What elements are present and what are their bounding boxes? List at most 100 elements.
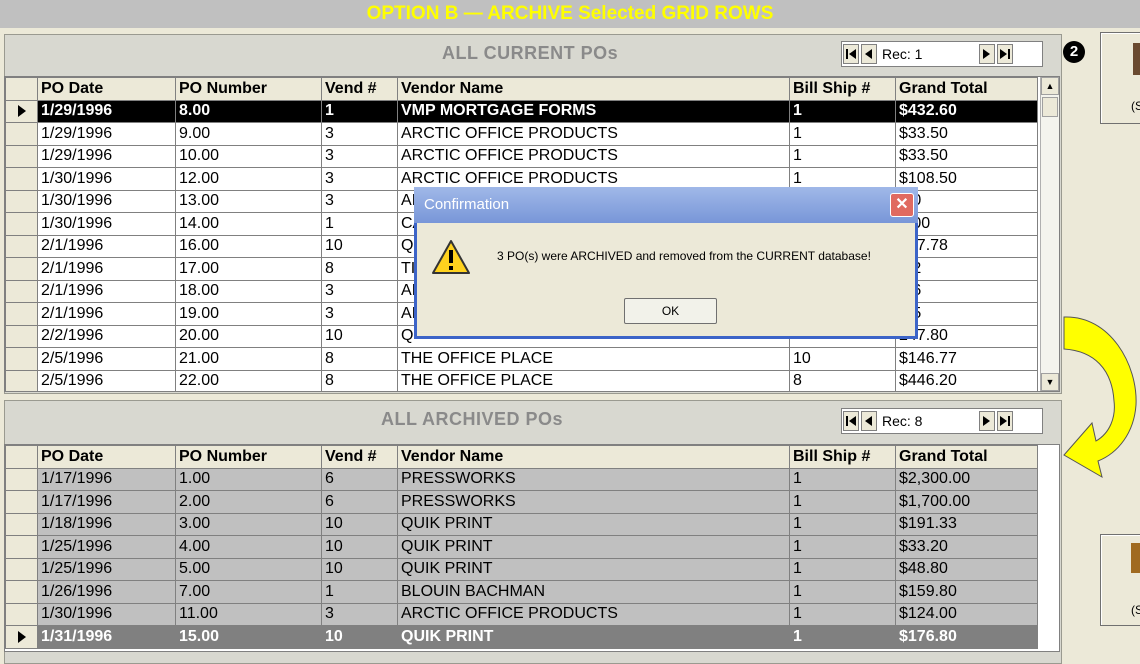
table-cell[interactable]: 4.00 xyxy=(175,535,322,559)
table-cell[interactable]: 1 xyxy=(789,122,896,146)
table-cell[interactable]: 8.00 xyxy=(175,99,322,123)
table-cell[interactable]: 10 xyxy=(321,557,398,581)
scroll-up-icon[interactable]: ▲ xyxy=(1041,77,1059,95)
table-cell[interactable]: $33.50 xyxy=(895,144,1038,168)
column-header[interactable]: Vend # xyxy=(321,445,398,469)
table-cell[interactable]: 3 xyxy=(321,602,398,626)
table-cell[interactable]: 2.00 xyxy=(175,490,322,514)
table-cell[interactable]: 9.00 xyxy=(175,122,322,146)
table-cell[interactable]: 1/25/1996 xyxy=(37,535,176,559)
table-cell[interactable]: 8 xyxy=(321,257,398,281)
row-selector[interactable] xyxy=(5,535,38,559)
table-cell[interactable]: 1 xyxy=(321,580,398,604)
table-cell[interactable]: $159.80 xyxy=(895,580,1038,604)
table-cell[interactable]: 1/25/1996 xyxy=(37,557,176,581)
table-cell[interactable]: 10 xyxy=(789,347,896,371)
table-cell[interactable]: 1/30/1996 xyxy=(37,167,176,191)
row-selector[interactable] xyxy=(5,580,38,604)
column-header[interactable]: PO Number xyxy=(175,445,322,469)
first-record-icon[interactable] xyxy=(843,411,859,431)
table-cell[interactable]: 10 xyxy=(321,324,398,348)
table-cell[interactable]: 1/30/1996 xyxy=(37,189,176,213)
column-header[interactable]: Grand Total xyxy=(895,77,1038,101)
table-cell[interactable]: $48.80 xyxy=(895,557,1038,581)
table-cell[interactable]: 10 xyxy=(321,625,398,649)
table-row[interactable]: 2/5/1996 21.00 8 THE OFFICE PLACE 10 $146.77 xyxy=(5,347,1038,371)
next-record-icon[interactable] xyxy=(979,44,995,64)
table-cell[interactable]: 3 xyxy=(321,167,398,191)
row-selector[interactable] xyxy=(5,369,38,391)
row-selector[interactable] xyxy=(5,490,38,514)
table-cell[interactable]: 3 xyxy=(321,279,398,303)
table-row[interactable]: 1/31/1996 15.00 10 QUIK PRINT 1 $176.80 xyxy=(5,625,1038,649)
table-cell[interactable]: $124.00 xyxy=(895,602,1038,626)
table-cell[interactable]: 10.00 xyxy=(175,144,322,168)
side-button-bottom[interactable]: (S xyxy=(1100,534,1140,626)
table-cell[interactable]: 8 xyxy=(789,369,896,391)
scroll-down-icon[interactable]: ▼ xyxy=(1041,373,1059,391)
table-row[interactable]: 1/29/1996 10.00 3 ARCTIC OFFICE PRODUCTS 1 $3… xyxy=(5,144,1038,168)
table-cell[interactable]: 1/29/1996 xyxy=(37,144,176,168)
table-cell[interactable]: 1 xyxy=(789,535,896,559)
table-cell[interactable]: 6 xyxy=(321,467,398,491)
table-cell[interactable]: 1/30/1996 xyxy=(37,212,176,236)
column-header[interactable]: PO Date xyxy=(37,445,176,469)
table-cell[interactable]: 8 xyxy=(321,369,398,391)
table-cell[interactable]: 10 xyxy=(321,535,398,559)
row-selector[interactable] xyxy=(5,212,38,236)
table-cell[interactable]: 14.00 xyxy=(175,212,322,236)
table-cell[interactable]: QUIK PRINT xyxy=(397,535,790,559)
table-cell[interactable]: 1/17/1996 xyxy=(37,467,176,491)
table-cell[interactable]: $33.50 xyxy=(895,122,1038,146)
table-cell[interactable]: QUIK PRINT xyxy=(397,512,790,536)
table-cell[interactable]: 1 xyxy=(789,625,896,649)
column-header[interactable]: Vendor Name xyxy=(397,77,790,101)
row-selector[interactable] xyxy=(5,257,38,281)
table-cell[interactable]: 1 xyxy=(789,99,896,123)
column-header[interactable]: Vend # xyxy=(321,77,398,101)
row-selector[interactable] xyxy=(5,625,38,649)
table-cell[interactable]: $1,700.00 xyxy=(895,490,1038,514)
table-cell[interactable]: 10 xyxy=(321,512,398,536)
column-header[interactable]: Vendor Name xyxy=(397,445,790,469)
table-cell[interactable]: $191.33 xyxy=(895,512,1038,536)
table-cell[interactable]: 5.00 xyxy=(175,557,322,581)
first-record-icon[interactable] xyxy=(843,44,859,64)
table-row[interactable]: 1/25/1996 5.00 10 QUIK PRINT 1 $48.80 xyxy=(5,557,1038,581)
archived-grid[interactable]: PO Date PO Number Vend # Vendor Name Bill Sh… xyxy=(4,444,1060,652)
table-cell[interactable]: 1 xyxy=(789,602,896,626)
table-cell[interactable]: 2/1/1996 xyxy=(37,302,176,326)
table-row[interactable]: 1/25/1996 4.00 10 QUIK PRINT 1 $33.20 xyxy=(5,535,1038,559)
table-cell[interactable]: 2/1/1996 xyxy=(37,257,176,281)
table-cell[interactable]: 1/29/1996 xyxy=(37,122,176,146)
table-cell[interactable]: 21.00 xyxy=(175,347,322,371)
table-row[interactable]: 1/17/1996 1.00 6 PRESSWORKS 1 $2,300.00 xyxy=(5,467,1038,491)
column-header[interactable]: PO Number xyxy=(175,77,322,101)
table-row[interactable]: 1/26/1996 7.00 1 BLOUIN BACHMAN 1 $159.80 xyxy=(5,580,1038,604)
row-selector[interactable] xyxy=(5,122,38,146)
table-cell[interactable]: 1/29/1996 xyxy=(37,99,176,123)
table-cell[interactable]: ARCTIC OFFICE PRODUCTS xyxy=(397,144,790,168)
table-cell[interactable]: PRESSWORKS xyxy=(397,490,790,514)
table-cell[interactable]: 2/5/1996 xyxy=(37,369,176,391)
row-selector-header[interactable] xyxy=(5,77,38,101)
last-record-icon[interactable] xyxy=(997,44,1013,64)
table-row[interactable]: 1/30/1996 11.00 3 ARCTIC OFFICE PRODUCTS 1 $1… xyxy=(5,602,1038,626)
table-cell[interactable]: 3 xyxy=(321,122,398,146)
table-cell[interactable]: 1/26/1996 xyxy=(37,580,176,604)
table-cell[interactable]: 1.00 xyxy=(175,467,322,491)
row-selector[interactable] xyxy=(5,467,38,491)
table-cell[interactable]: 20.00 xyxy=(175,324,322,348)
table-cell[interactable]: 6 xyxy=(321,490,398,514)
table-cell[interactable]: QUIK PRINT xyxy=(397,557,790,581)
column-header[interactable]: Bill Ship # xyxy=(789,77,896,101)
table-cell[interactable]: 1/18/1996 xyxy=(37,512,176,536)
table-cell[interactable]: 1/31/1996 xyxy=(37,625,176,649)
table-cell[interactable]: 1 xyxy=(789,144,896,168)
table-cell[interactable]: 1 xyxy=(789,490,896,514)
prev-record-icon[interactable] xyxy=(861,44,877,64)
table-cell[interactable]: $2,300.00 xyxy=(895,467,1038,491)
table-cell[interactable]: 13.00 xyxy=(175,189,322,213)
table-cell[interactable]: 1 xyxy=(789,580,896,604)
table-cell[interactable]: 1/17/1996 xyxy=(37,490,176,514)
